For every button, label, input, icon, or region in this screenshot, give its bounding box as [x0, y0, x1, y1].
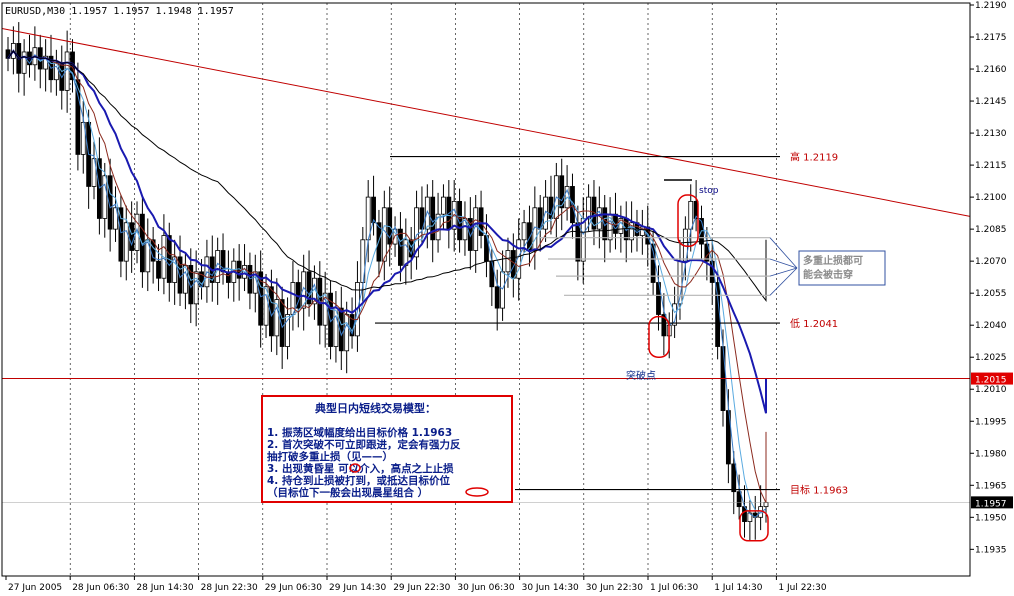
- level-label: 高 1.2119: [790, 151, 838, 164]
- candle-body: [489, 260, 495, 288]
- x-tick-label: 1 Jul 14:30: [714, 583, 763, 593]
- breakout-label: 突破点: [626, 369, 656, 382]
- infobox-title: 典型日内短线交易模型：: [315, 401, 436, 415]
- note-line-1: 多重止损都可: [803, 254, 863, 267]
- candle-body: [344, 314, 350, 352]
- x-tick-label: 29 Jun 14:30: [329, 583, 386, 593]
- level-label: 目标 1.1963: [790, 485, 848, 497]
- candle-body: [715, 282, 721, 347]
- candle-body: [123, 222, 129, 262]
- y-tick-label: 1.1965: [975, 481, 1007, 491]
- candle-body: [290, 282, 296, 315]
- candle-body: [731, 463, 737, 493]
- y-tick-label: 1.2160: [975, 65, 1007, 75]
- infobox-line-5: 4. 持仓到止损被打到，或抵达目标价位: [267, 474, 450, 487]
- trendline: [1, 27, 971, 217]
- stop-note-box: 多重止损都可 能会被击穿: [798, 250, 886, 286]
- candle-body: [193, 271, 199, 305]
- x-tick-label: 1 Jul 22:30: [778, 583, 827, 593]
- candle-body: [505, 250, 511, 273]
- infobox-line-2: 2. 首次突破不可立即跟进，定会有强力反: [267, 438, 461, 451]
- x-tick-label: 30 Jun 14:30: [522, 583, 579, 593]
- x-tick-label: 27 Jun 2005: [8, 583, 62, 593]
- candle-body: [102, 175, 108, 219]
- x-tick-label: 30 Jun 22:30: [586, 583, 643, 593]
- symbol-header: EURUSD,M30 1.1957 1.1957 1.1948 1.1957: [5, 6, 234, 17]
- y-tick-label: 1.2115: [975, 161, 1007, 171]
- x-tick-label: 29 Jun 22:30: [393, 583, 450, 593]
- x-tick-label: 29 Jun 06:30: [265, 583, 322, 593]
- candle-body: [129, 222, 135, 251]
- y-tick-label: 1.1980: [975, 449, 1007, 459]
- chart-axes: 1.2190 1.2175 1.2160 1.2145 1.2130 1.2115 1.21…: [1, 1, 1013, 593]
- price-chart[interactable]: 高 1.2119低 1.2041目标 1.1963 1.21901.21751.…: [0, 0, 1014, 596]
- y-tick-label: 1.2055: [975, 289, 1007, 299]
- candle-body: [381, 207, 387, 262]
- current-price-tag: 1.1957: [975, 499, 1007, 509]
- y-tick-label: 1.2145: [975, 97, 1007, 107]
- x-tick-label: 1 Jul 06:30: [650, 583, 699, 593]
- x-tick-label: 28 Jun 14:30: [136, 583, 193, 593]
- y-tick-label: 1.2010: [975, 385, 1007, 395]
- y-tick-label: 1.2085: [975, 225, 1007, 235]
- y-tick-label: 1.1935: [975, 545, 1007, 555]
- candle-body: [500, 271, 505, 309]
- note-line-2: 能会被击穿: [803, 268, 853, 281]
- candle-body: [21, 51, 27, 74]
- infobox-line-3: 抽打破多重止损（见——）: [267, 450, 393, 463]
- x-tick-label: 30 Jun 06:30: [457, 583, 514, 593]
- stop-label: stop: [699, 186, 719, 196]
- strategy-info-box: 典型日内短线交易模型： 1. 振荡区域幅度给出目标价格 1.1963 2. 首次…: [261, 395, 513, 503]
- y-tick-label: 1.2175: [975, 33, 1007, 43]
- y-tick-label: 1.2070: [975, 257, 1007, 267]
- y-tick-label: 1.2025: [975, 353, 1007, 363]
- candle-body: [258, 271, 264, 326]
- y-tick-label: 1.2130: [975, 129, 1007, 139]
- candle-body: [580, 218, 586, 262]
- candle-body: [586, 196, 591, 219]
- level-label: 低 1.2041: [790, 317, 838, 330]
- candle-body: [441, 196, 446, 215]
- x-tick-label: 28 Jun 06:30: [72, 583, 129, 593]
- candle-body: [403, 239, 409, 266]
- y-tick-label: 1.2100: [975, 193, 1007, 203]
- candle-body: [494, 286, 500, 309]
- candle-body: [521, 222, 527, 241]
- x-tick-label: 28 Jun 22:30: [201, 583, 258, 593]
- y-tick-label: 1.1995: [975, 417, 1007, 427]
- candle-body: [688, 200, 694, 230]
- candle-body: [118, 207, 124, 262]
- y-tick-label: 1.2040: [975, 321, 1007, 331]
- candle-body: [575, 222, 581, 262]
- candle-body: [156, 260, 161, 279]
- infobox-line-6: （目标位下一般会出现晨星组合 ）: [267, 486, 428, 499]
- candle-body: [371, 196, 376, 224]
- y-tick-label: 1.1950: [975, 513, 1007, 523]
- candle-body: [398, 228, 403, 266]
- infobox-line-1: 1. 振荡区域幅度给出目标价格 1.1963: [267, 426, 452, 439]
- level-price-tag: 1.2015: [975, 376, 1007, 386]
- y-tick-label: 1.2190: [975, 1, 1007, 11]
- candle-body: [462, 218, 468, 241]
